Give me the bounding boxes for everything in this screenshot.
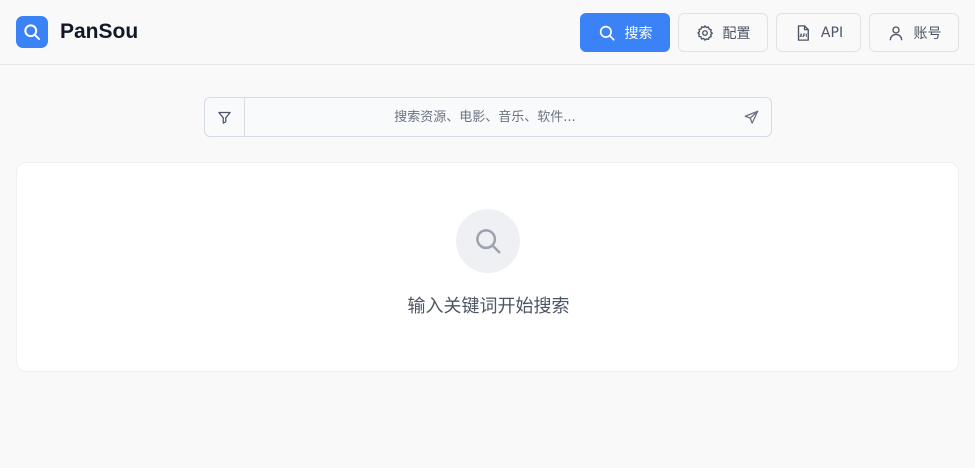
svg-text:API: API (799, 33, 807, 38)
top-header: PanSou 搜索 配置 API API 账号 (0, 0, 975, 65)
filter-button[interactable] (205, 98, 245, 136)
api-button[interactable]: API API (776, 13, 861, 52)
send-icon (744, 110, 758, 124)
empty-state-message: 输入关键词开始搜索 (407, 296, 570, 317)
search-icon (476, 229, 501, 254)
search-icon (24, 24, 41, 41)
empty-state-icon-circle (456, 209, 520, 273)
config-button[interactable]: 配置 (678, 13, 768, 52)
send-button[interactable] (731, 98, 771, 136)
account-button[interactable]: 账号 (869, 13, 959, 52)
gear-icon (696, 24, 714, 42)
api-label: API (820, 24, 844, 41)
user-icon (887, 24, 905, 42)
logo[interactable] (16, 16, 48, 48)
config-label: 配置 (722, 25, 751, 42)
brand-name: PanSou (60, 20, 139, 43)
search-icon (598, 24, 616, 42)
api-file-icon: API (794, 24, 812, 42)
search-nav-label: 搜索 (624, 25, 653, 42)
filter-icon (218, 111, 231, 124)
account-label: 账号 (913, 25, 942, 42)
search-input[interactable] (245, 98, 731, 136)
search-nav-button[interactable]: 搜索 (580, 13, 670, 52)
search-bar (204, 97, 772, 137)
results-panel: 输入关键词开始搜索 (16, 162, 959, 372)
